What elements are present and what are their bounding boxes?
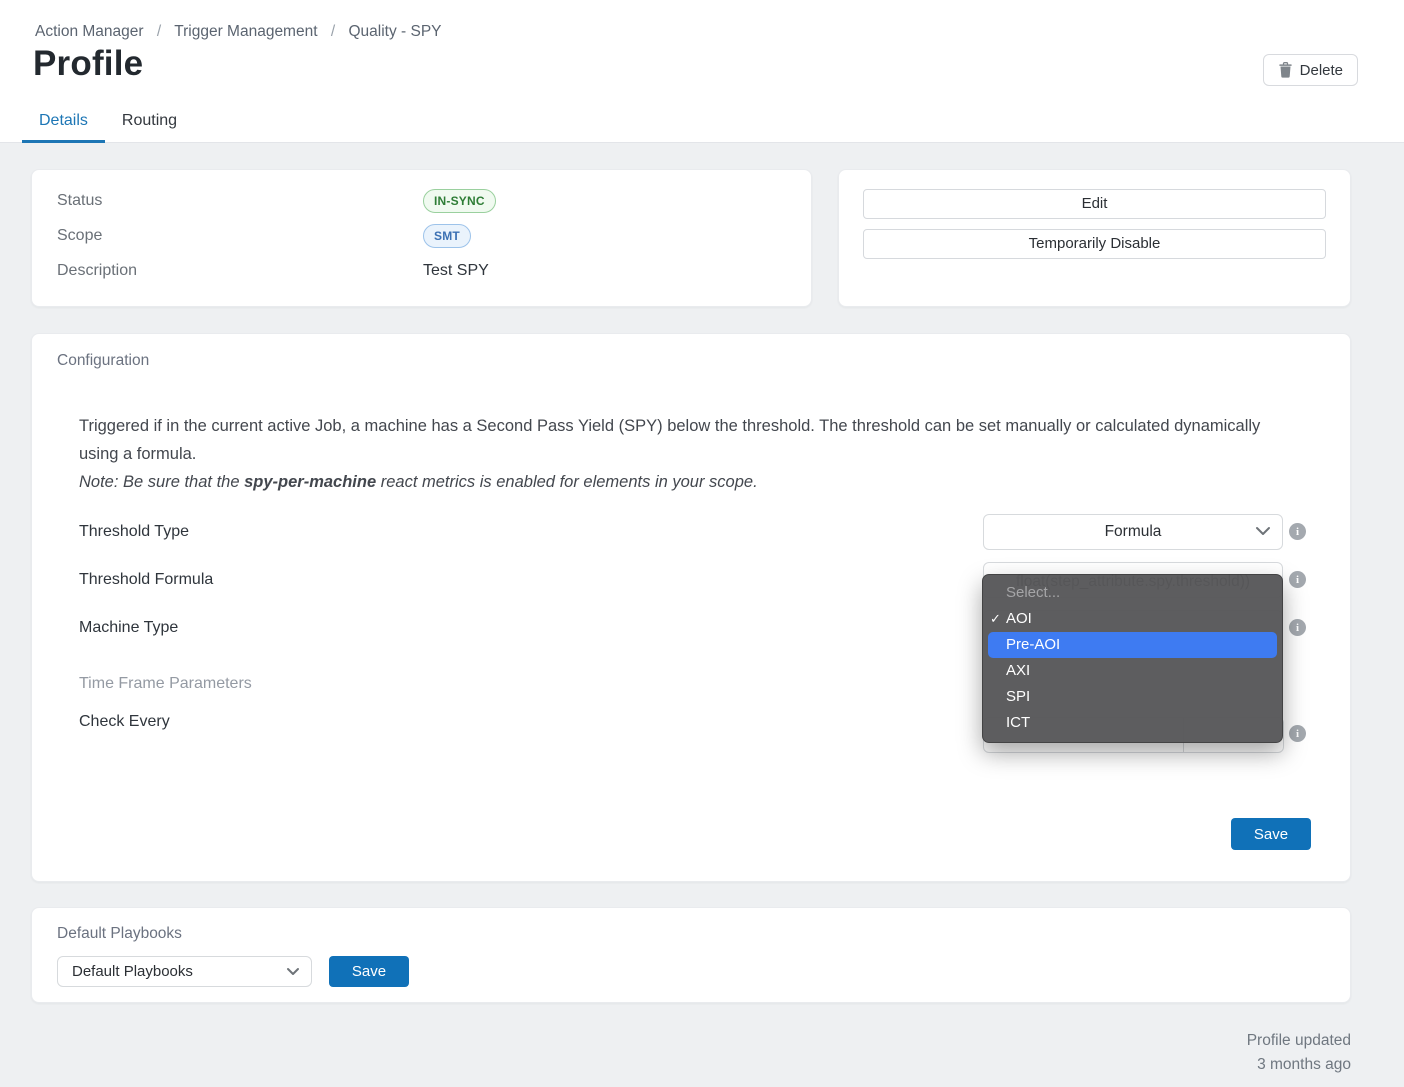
dropdown-option-pre-aoi[interactable]: Pre-AOI [988, 632, 1277, 658]
breadcrumb-separator: / [156, 23, 162, 40]
check-every-label: Check Every [79, 713, 170, 730]
status-row: Status IN-SYNC [57, 183, 786, 218]
threshold-type-select[interactable]: Formula [983, 514, 1283, 550]
tab-details[interactable]: Details [22, 102, 105, 143]
breadcrumb-trigger-management[interactable]: Trigger Management [174, 23, 317, 40]
time-frame-parameters-heading: Time Frame Parameters [79, 675, 252, 692]
tab-routing[interactable]: Routing [105, 102, 194, 143]
default-playbooks-save-button[interactable]: Save [329, 956, 409, 987]
configuration-note: Note: Be sure that the spy-per-machine r… [79, 473, 758, 491]
overview-card: Status IN-SYNC Scope SMT Description Tes… [31, 169, 812, 307]
default-playbooks-select-value: Default Playbooks [72, 963, 193, 980]
description-label: Description [57, 261, 138, 279]
chevron-down-icon [286, 963, 300, 981]
temporarily-disable-button[interactable]: Temporarily Disable [863, 229, 1326, 259]
configuration-description: Triggered if in the current active Job, … [79, 412, 1289, 496]
delete-button[interactable]: Delete [1262, 54, 1358, 86]
threshold-formula-info-icon[interactable]: i [1289, 571, 1306, 588]
scope-label: Scope [57, 226, 103, 244]
breadcrumb: Action Manager / Trigger Management / Qu… [35, 23, 442, 41]
trash-icon [1278, 62, 1293, 78]
dropdown-option-placeholder[interactable]: Select... [983, 580, 1282, 606]
dropdown-option-spi[interactable]: SPI [983, 684, 1282, 710]
configuration-description-text: Triggered if in the current active Job, … [79, 417, 1261, 463]
check-icon: ✓ [990, 611, 1001, 626]
breadcrumb-quality-spy: Quality - SPY [348, 23, 442, 40]
default-playbooks-card: Default Playbooks Default Playbooks Save [31, 907, 1351, 1003]
page: Action Manager / Trigger Management / Qu… [0, 0, 1404, 1087]
profile-updated-line1: Profile updated [1246, 1032, 1351, 1049]
profile-updated-line2: 3 months ago [1257, 1056, 1351, 1073]
default-playbooks-select[interactable]: Default Playbooks [57, 956, 312, 987]
threshold-formula-label: Threshold Formula [79, 571, 214, 588]
dropdown-option-ict[interactable]: ICT [983, 710, 1282, 736]
tab-bar: Details Routing [22, 102, 194, 143]
delete-button-label: Delete [1299, 61, 1343, 79]
scope-badge: SMT [423, 223, 471, 248]
chevron-down-icon [1255, 523, 1271, 541]
description-row: Description Test SPY [57, 253, 786, 288]
edit-button[interactable]: Edit [863, 189, 1326, 219]
threshold-type-value: Formula [1104, 523, 1162, 540]
configuration-title: Configuration [57, 352, 150, 369]
profile-updated-note: Profile updated 3 months ago [1247, 1029, 1351, 1077]
status-badge: IN-SYNC [423, 188, 496, 213]
machine-type-label: Machine Type [79, 619, 179, 636]
machine-type-info-icon[interactable]: i [1289, 619, 1306, 636]
default-playbooks-title: Default Playbooks [57, 925, 182, 942]
scope-row: Scope SMT [57, 218, 786, 253]
dropdown-option-axi[interactable]: AXI [983, 658, 1282, 684]
check-every-info-icon[interactable]: i [1289, 725, 1306, 742]
dropdown-option-aoi[interactable]: ✓ AOI [983, 606, 1282, 632]
actions-card: Edit Temporarily Disable [838, 169, 1351, 307]
threshold-type-label: Threshold Type [79, 523, 189, 540]
threshold-type-info-icon[interactable]: i [1289, 523, 1306, 540]
configuration-save-button[interactable]: Save [1231, 818, 1311, 850]
breadcrumb-separator: / [330, 23, 336, 40]
status-label: Status [57, 191, 103, 209]
machine-type-dropdown-menu: Select... ✓ AOI Pre-AOI AXI SPI ICT [982, 574, 1283, 743]
description-value: Test SPY [423, 261, 489, 279]
note-metric-name: spy-per-machine [244, 473, 377, 491]
page-title: Profile [33, 44, 144, 83]
page-header: Action Manager / Trigger Management / Qu… [0, 0, 1404, 143]
breadcrumb-action-manager[interactable]: Action Manager [35, 23, 144, 40]
